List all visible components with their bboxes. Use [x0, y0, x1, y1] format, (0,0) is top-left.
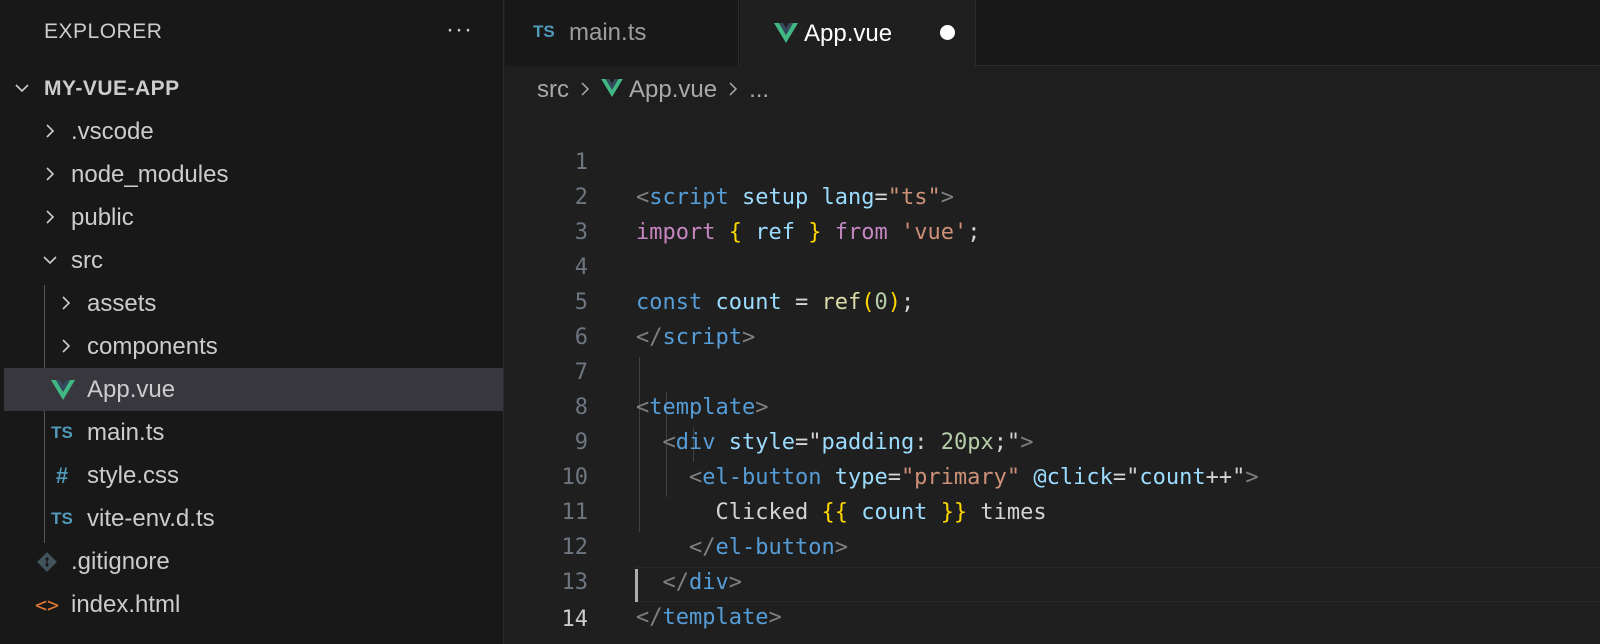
more-actions-icon[interactable]: ···	[446, 16, 473, 44]
tree-item-assets[interactable]: assets	[4, 282, 503, 325]
code-line: 4 const count = ref(0);	[505, 215, 1600, 315]
code-line: 3	[505, 180, 1600, 245]
tree-item-label: .vscode	[71, 117, 154, 145]
html-icon: <>	[34, 592, 60, 617]
breadcrumb-folder[interactable]: src	[537, 76, 569, 104]
code-text: </template>	[636, 605, 782, 630]
vue-icon	[774, 22, 798, 50]
tree-item-label: App.vue	[87, 375, 176, 403]
ts-icon: TS	[533, 22, 555, 41]
tree-item-label: .gitignore	[71, 547, 170, 575]
tree-item-gitignore[interactable]: .gitignore	[4, 540, 503, 583]
explorer-sidebar: EXPLORER ··· MY-VUE-APP .vscode node_mod…	[0, 0, 504, 644]
chevron-right-icon	[579, 76, 591, 104]
code-line: 13 </template>	[505, 530, 1600, 630]
tree-item-vite-env[interactable]: TS vite-env.d.ts	[4, 497, 503, 540]
vue-icon	[50, 379, 76, 400]
tree-item-label: public	[71, 203, 134, 231]
code-line: 8 <div style="padding: 20px;">	[505, 355, 1600, 455]
ts-icon: TS	[51, 508, 73, 528]
code-line: 11 </el-button>	[505, 460, 1600, 560]
chevron-right-icon	[727, 76, 739, 104]
text-cursor	[635, 569, 638, 602]
tab-main-ts[interactable]: TS main.ts	[505, 0, 739, 66]
code-line: 1 <script setup lang="ts">	[505, 110, 1600, 210]
chevron-down-icon	[12, 75, 32, 103]
unsaved-dot-icon[interactable]	[940, 25, 955, 40]
vue-icon	[601, 76, 623, 104]
chevron-right-icon	[40, 161, 60, 189]
tab-label: App.vue	[804, 19, 893, 47]
tree-item-label: style.css	[87, 461, 180, 489]
ts-icon: TS	[51, 422, 73, 442]
editor-tab-bar: TS main.ts App.vue	[505, 0, 1600, 67]
breadcrumb: src App.vue ...	[537, 74, 769, 106]
chevron-right-icon	[40, 118, 60, 146]
code-line: 2 import { ref } from 'vue';	[505, 145, 1600, 245]
tree-item-src[interactable]: src	[4, 239, 503, 282]
tree-root-label: MY-VUE-APP	[44, 76, 180, 100]
tree-item-node-modules[interactable]: node_modules	[4, 153, 503, 196]
code-line: 10 Clicked {{ count }} times	[505, 425, 1600, 525]
tree-item-index-html[interactable]: <> index.html	[4, 583, 503, 626]
tree-item-components[interactable]: components	[4, 325, 503, 368]
tree-item-label: node_modules	[71, 160, 229, 188]
code-line: 6	[505, 285, 1600, 350]
code-line: 14	[505, 567, 1600, 632]
tree-root-my-vue-app[interactable]: MY-VUE-APP	[4, 67, 503, 110]
tree-item-label: index.html	[71, 590, 181, 618]
tree-item-label: vite-env.d.ts	[87, 504, 215, 532]
hash-icon: #	[55, 462, 69, 488]
tree-item-label: assets	[87, 289, 157, 317]
git-icon	[34, 551, 60, 572]
code-line: 7 <template>	[505, 320, 1600, 420]
code-editor[interactable]: 1 <script setup lang="ts"> 2 import { re…	[505, 108, 1600, 644]
line-number: 14	[561, 607, 589, 632]
code-line: 9 <el-button type="primary" @click="coun…	[505, 390, 1600, 490]
tree-item-public[interactable]: public	[4, 196, 503, 239]
code-line: 12 </div>	[505, 495, 1600, 595]
breadcrumb-file[interactable]: App.vue	[629, 76, 717, 104]
chevron-right-icon	[40, 204, 60, 232]
tree-item-main-ts[interactable]: TS main.ts	[4, 411, 503, 454]
chevron-right-icon	[56, 290, 76, 318]
chevron-right-icon	[56, 333, 76, 361]
explorer-title: EXPLORER	[44, 20, 163, 43]
tree-item-label: components	[87, 332, 218, 360]
tree-item-style-css[interactable]: # style.css	[4, 454, 503, 497]
chevron-down-icon	[40, 247, 60, 275]
tree-item-app-vue[interactable]: App.vue	[4, 368, 503, 411]
tree-item-label: main.ts	[87, 418, 165, 446]
tab-label: main.ts	[569, 19, 647, 46]
breadcrumb-more[interactable]: ...	[749, 76, 769, 104]
code-line: 5 </script>	[505, 250, 1600, 350]
tree-item-vscode[interactable]: .vscode	[4, 110, 503, 153]
tree-item-label: src	[71, 246, 103, 274]
